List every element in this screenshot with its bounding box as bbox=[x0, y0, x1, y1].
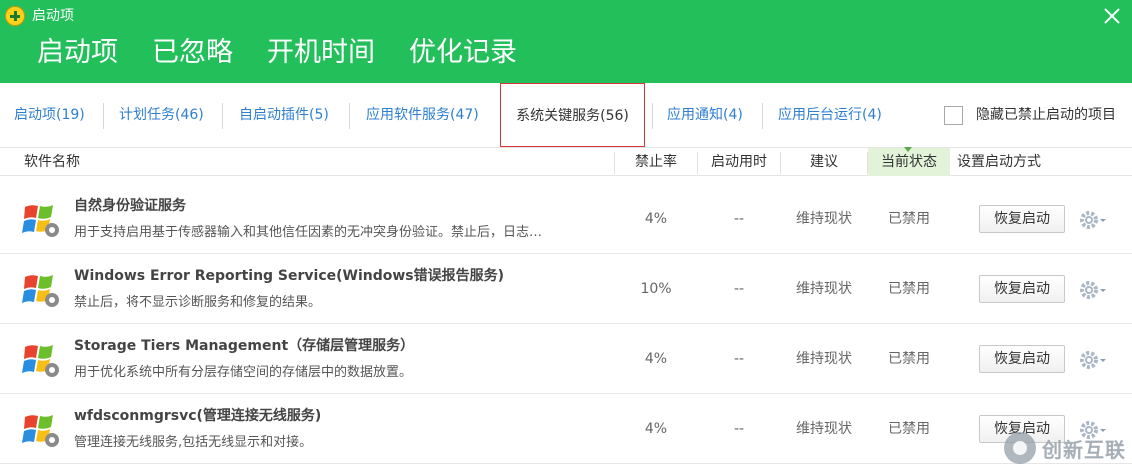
boot-time-value: -- bbox=[733, 421, 745, 437]
advice-value: 维持现状 bbox=[796, 421, 852, 437]
gear-dropdown-icon[interactable] bbox=[1079, 210, 1109, 230]
restore-startup-button[interactable]: 恢复启动 bbox=[979, 205, 1065, 233]
tab-divider bbox=[222, 103, 223, 129]
list-item: 自然身份验证服务 用于支持启用基于传感器输入和其他信任因素的无冲突身份验证。禁止… bbox=[0, 184, 1132, 254]
status-value: 已禁用 bbox=[888, 421, 930, 437]
list-item: Windows Error Reporting Service(Windows错… bbox=[0, 254, 1132, 324]
col-software-name[interactable]: 软件名称 bbox=[24, 148, 80, 176]
subtab-app-notifications[interactable]: 应用通知(4) bbox=[667, 83, 743, 147]
windows-service-icon bbox=[22, 415, 59, 447]
service-name: wfdsconmgrsvc(管理连接无线服务) bbox=[74, 408, 322, 424]
service-description: 用于优化系统中所有分层存储空间的存储层中的数据放置。 bbox=[74, 365, 413, 380]
service-description: 用于支持启用基于传感器输入和其他信任因素的无冲突身份验证。禁止后，日志… bbox=[74, 225, 543, 240]
service-list: 自然身份验证服务 用于支持启用基于传感器输入和其他信任因素的无冲突身份验证。禁止… bbox=[0, 184, 1132, 464]
app-header: 启动项 启动项 已忽略 开机时间 优化记录 bbox=[0, 0, 1132, 86]
col-advice[interactable]: 建议 bbox=[781, 148, 867, 176]
list-item: Storage Tiers Management（存储层管理服务） 用于优化系统… bbox=[0, 324, 1132, 394]
advice-value: 维持现状 bbox=[796, 351, 852, 367]
block-rate-value: 10% bbox=[640, 281, 672, 297]
col-set-startup-mode: 设置启动方式 bbox=[957, 154, 1041, 170]
status-value: 已禁用 bbox=[888, 351, 930, 367]
service-name: 自然身份验证服务 bbox=[74, 198, 186, 214]
windows-service-icon bbox=[22, 345, 59, 377]
title-bar: 启动项 bbox=[0, 0, 1132, 32]
service-description: 禁止后，将不显示诊断服务和修复的结果。 bbox=[74, 295, 322, 310]
tab-boot-time[interactable]: 开机时间 bbox=[258, 36, 384, 82]
block-rate-value: 4% bbox=[644, 351, 668, 367]
gear-dropdown-icon[interactable] bbox=[1079, 280, 1109, 300]
boot-time-value: -- bbox=[733, 351, 745, 367]
subtab-scheduled-tasks[interactable]: 计划任务(46) bbox=[119, 83, 204, 147]
block-rate-value: 4% bbox=[644, 211, 668, 227]
col-boot-time[interactable]: 启动用时 bbox=[698, 148, 780, 176]
boot-time-value: -- bbox=[733, 281, 745, 297]
service-description: 管理连接无线服务,包括无线显示和对接。 bbox=[74, 435, 313, 450]
tab-divider bbox=[103, 103, 104, 129]
hide-disabled-label[interactable]: 隐藏已禁止启动的项目 bbox=[976, 83, 1116, 147]
windows-service-icon bbox=[22, 205, 59, 237]
main-tabs: 启动项 已忽略 开机时间 优化记录 bbox=[28, 36, 542, 86]
windows-service-icon bbox=[22, 275, 59, 307]
tab-optimize-log[interactable]: 优化记录 bbox=[400, 36, 526, 82]
status-value: 已禁用 bbox=[888, 281, 930, 297]
col-current-status[interactable]: 当前状态 bbox=[868, 147, 950, 176]
window-title: 启动项 bbox=[32, 8, 74, 24]
tab-divider bbox=[349, 103, 350, 129]
tab-startup-items[interactable]: 启动项 bbox=[28, 36, 127, 86]
tab-ignored[interactable]: 已忽略 bbox=[143, 36, 242, 82]
watermark-logo-icon bbox=[1004, 432, 1036, 464]
service-name: Storage Tiers Management（存储层管理服务） bbox=[74, 338, 415, 354]
app-logo-icon bbox=[5, 6, 25, 26]
subtab-autostart-plugins[interactable]: 自启动插件(5) bbox=[239, 83, 329, 147]
list-item: wfdsconmgrsvc(管理连接无线服务) 管理连接无线服务,包括无线显示和… bbox=[0, 394, 1132, 464]
tab-divider bbox=[762, 103, 763, 129]
boot-time-value: -- bbox=[733, 211, 745, 227]
close-icon[interactable] bbox=[1100, 4, 1124, 28]
subtab-startup[interactable]: 启动项(19) bbox=[14, 83, 85, 147]
restore-startup-button[interactable]: 恢复启动 bbox=[979, 345, 1065, 373]
sub-tabs: 启动项(19) 计划任务(46) 自启动插件(5) 应用软件服务(47) 系统关… bbox=[0, 83, 1132, 148]
subtab-background-apps[interactable]: 应用后台运行(4) bbox=[778, 83, 882, 147]
column-header-row: 软件名称 禁止率 启动用时 建议 当前状态 设置启动方式 bbox=[0, 147, 1132, 176]
gear-dropdown-icon[interactable] bbox=[1079, 350, 1109, 370]
advice-value: 维持现状 bbox=[796, 211, 852, 227]
tab-divider bbox=[652, 103, 653, 129]
subtab-app-services[interactable]: 应用软件服务(47) bbox=[366, 83, 479, 147]
block-rate-value: 4% bbox=[644, 421, 668, 437]
col-block-rate[interactable]: 禁止率 bbox=[615, 148, 697, 176]
subtab-system-services[interactable]: 系统关键服务(56) bbox=[500, 83, 645, 147]
restore-startup-button[interactable]: 恢复启动 bbox=[979, 275, 1065, 303]
watermark: 创新互联 bbox=[1004, 430, 1128, 466]
hide-disabled-checkbox[interactable] bbox=[944, 106, 963, 125]
watermark-text: 创新互联 bbox=[1042, 438, 1126, 462]
status-value: 已禁用 bbox=[888, 211, 930, 227]
advice-value: 维持现状 bbox=[796, 281, 852, 297]
service-name: Windows Error Reporting Service(Windows错… bbox=[74, 268, 505, 284]
